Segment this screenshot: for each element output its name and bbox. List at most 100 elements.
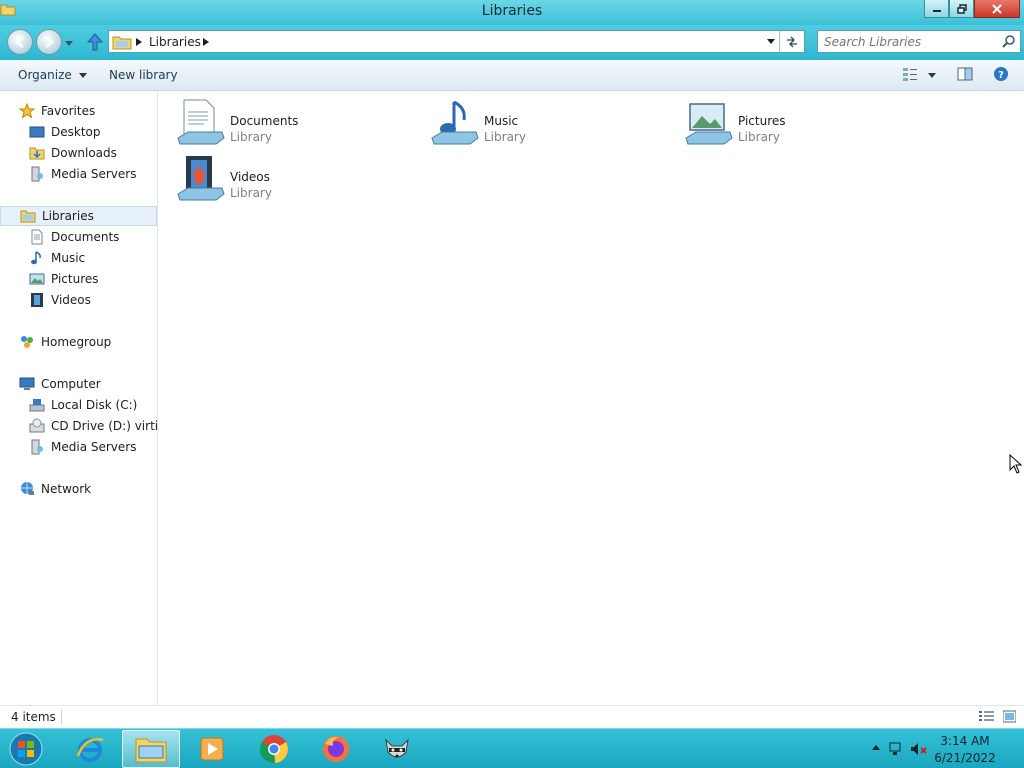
details-view-icon[interactable] [979, 710, 994, 723]
library-type: Library [738, 130, 780, 144]
start-button[interactable] [0, 730, 52, 768]
nav-videos[interactable]: Videos [0, 290, 157, 310]
volume-muted-icon[interactable] [910, 741, 928, 757]
library-item-videos[interactable]: Videos Library [176, 154, 406, 206]
large-icons-view-icon[interactable] [1003, 710, 1016, 723]
network-tray-icon[interactable] [888, 741, 904, 757]
nav-media-servers[interactable]: Media Servers [0, 164, 157, 184]
title-bar: Libraries [0, 0, 1024, 25]
star-icon [19, 103, 35, 119]
minimize-icon [932, 9, 941, 12]
nav-documents[interactable]: Documents [0, 227, 157, 247]
navigation-bar: Libraries [0, 25, 1024, 60]
minimize-button[interactable] [924, 0, 949, 18]
firefox-icon [323, 736, 349, 762]
svg-text:?: ? [998, 70, 1004, 81]
forward-button[interactable] [36, 29, 62, 55]
status-bar: 4 items [0, 705, 1024, 728]
system-tray: 3:14 AM 6/21/2022 [864, 729, 1024, 768]
library-item-pictures[interactable]: Pictures Library [684, 98, 914, 150]
music-icon [31, 251, 41, 265]
search-input[interactable] [824, 33, 994, 50]
nav-local-disk[interactable]: Local Disk (C:) [0, 395, 157, 415]
address-bar[interactable]: Libraries [108, 30, 805, 53]
internet-explorer-icon [76, 738, 104, 762]
navigation-pane: Favorites Desktop Downloads Media Server… [0, 91, 158, 705]
nav-network[interactable]: Network [0, 479, 157, 499]
music-library-icon [431, 100, 479, 145]
change-view-icon[interactable] [902, 66, 918, 82]
taskbar-media-player[interactable] [183, 730, 241, 768]
nav-computer-media-servers[interactable]: Media Servers [0, 437, 157, 457]
command-bar: Organize New library ? [0, 60, 1024, 91]
nav-homegroup[interactable]: Homegroup [0, 332, 157, 352]
refresh-button[interactable] [779, 31, 804, 52]
organize-label: Organize [18, 68, 72, 82]
nav-downloads[interactable]: Downloads [0, 143, 157, 163]
hard-disk-icon [29, 399, 45, 412]
nav-libraries[interactable]: Libraries [0, 206, 157, 226]
documents-library-icon [177, 99, 225, 145]
pictures-icon [29, 273, 45, 285]
window-controls [924, 0, 1020, 18]
videos-library-icon [177, 156, 225, 201]
breadcrumb-libraries[interactable]: Libraries [149, 35, 201, 49]
taskbar-internet-explorer[interactable] [61, 730, 119, 768]
new-library-button[interactable]: New library [109, 68, 178, 82]
file-explorer-icon [135, 738, 167, 763]
back-button[interactable] [7, 29, 33, 55]
windows-logo-icon [9, 732, 43, 766]
nav-favorites[interactable]: Favorites [0, 101, 157, 121]
nav-computer[interactable]: Computer [0, 374, 157, 394]
taskbar-firefox[interactable] [307, 730, 365, 768]
clock[interactable]: 3:14 AM 6/21/2022 [930, 733, 1000, 767]
back-arrow-icon [15, 36, 24, 48]
refresh-icon [787, 36, 797, 47]
chrome-icon [260, 735, 288, 764]
libraries-folder-icon [112, 36, 132, 50]
address-dropdown-icon[interactable] [767, 39, 775, 44]
computer-icon [19, 377, 35, 390]
library-item-music[interactable]: Music Library [430, 98, 660, 150]
library-name: Music [484, 114, 519, 128]
mouse-pointer-icon [1009, 454, 1023, 474]
organize-button[interactable]: Organize [18, 68, 87, 82]
library-item-documents[interactable]: Documents Library [176, 98, 406, 150]
nav-desktop[interactable]: Desktop [0, 122, 157, 142]
help-icon[interactable]: ? [993, 66, 1009, 82]
view-options-dropdown-icon[interactable] [928, 73, 936, 78]
forward-arrow-icon [45, 36, 54, 48]
nav-music[interactable]: Music [0, 248, 157, 268]
library-name: Documents [230, 114, 299, 128]
library-name: Videos [230, 170, 270, 184]
close-button[interactable] [974, 0, 1020, 18]
library-type: Library [484, 130, 526, 144]
breadcrumb-chevron-icon[interactable] [203, 38, 209, 46]
taskbar-file-explorer[interactable] [122, 730, 180, 768]
search-icon[interactable] [1002, 35, 1015, 48]
restore-button[interactable] [949, 0, 974, 18]
cd-drive-icon [29, 418, 45, 433]
media-server-icon [31, 439, 43, 455]
nav-pictures[interactable]: Pictures [0, 269, 157, 289]
clock-time: 3:14 AM [940, 734, 990, 748]
library-type: Library [230, 186, 272, 200]
preview-pane-icon[interactable] [957, 66, 973, 82]
show-hidden-icons-icon[interactable] [872, 745, 880, 750]
raccoon-icon [385, 738, 409, 758]
up-arrow-icon[interactable] [86, 32, 104, 52]
nav-cd-drive[interactable]: CD Drive (D:) virtio-win [0, 416, 157, 436]
search-box[interactable] [817, 30, 1021, 53]
taskbar-raccoon-app[interactable] [368, 730, 426, 768]
item-count: 4 items [11, 710, 56, 724]
window-title: Libraries [481, 3, 543, 19]
libraries-icon [20, 210, 36, 223]
content-pane: Documents Library Music Library Pictures… [159, 91, 1024, 705]
library-type: Library [230, 130, 272, 144]
taskbar-chrome[interactable] [245, 730, 303, 768]
network-icon [21, 482, 34, 495]
recent-locations-dropdown-icon[interactable] [65, 41, 73, 46]
breadcrumb-chevron-icon[interactable] [136, 38, 142, 46]
chevron-down-icon [78, 73, 87, 78]
videos-icon [31, 293, 43, 307]
